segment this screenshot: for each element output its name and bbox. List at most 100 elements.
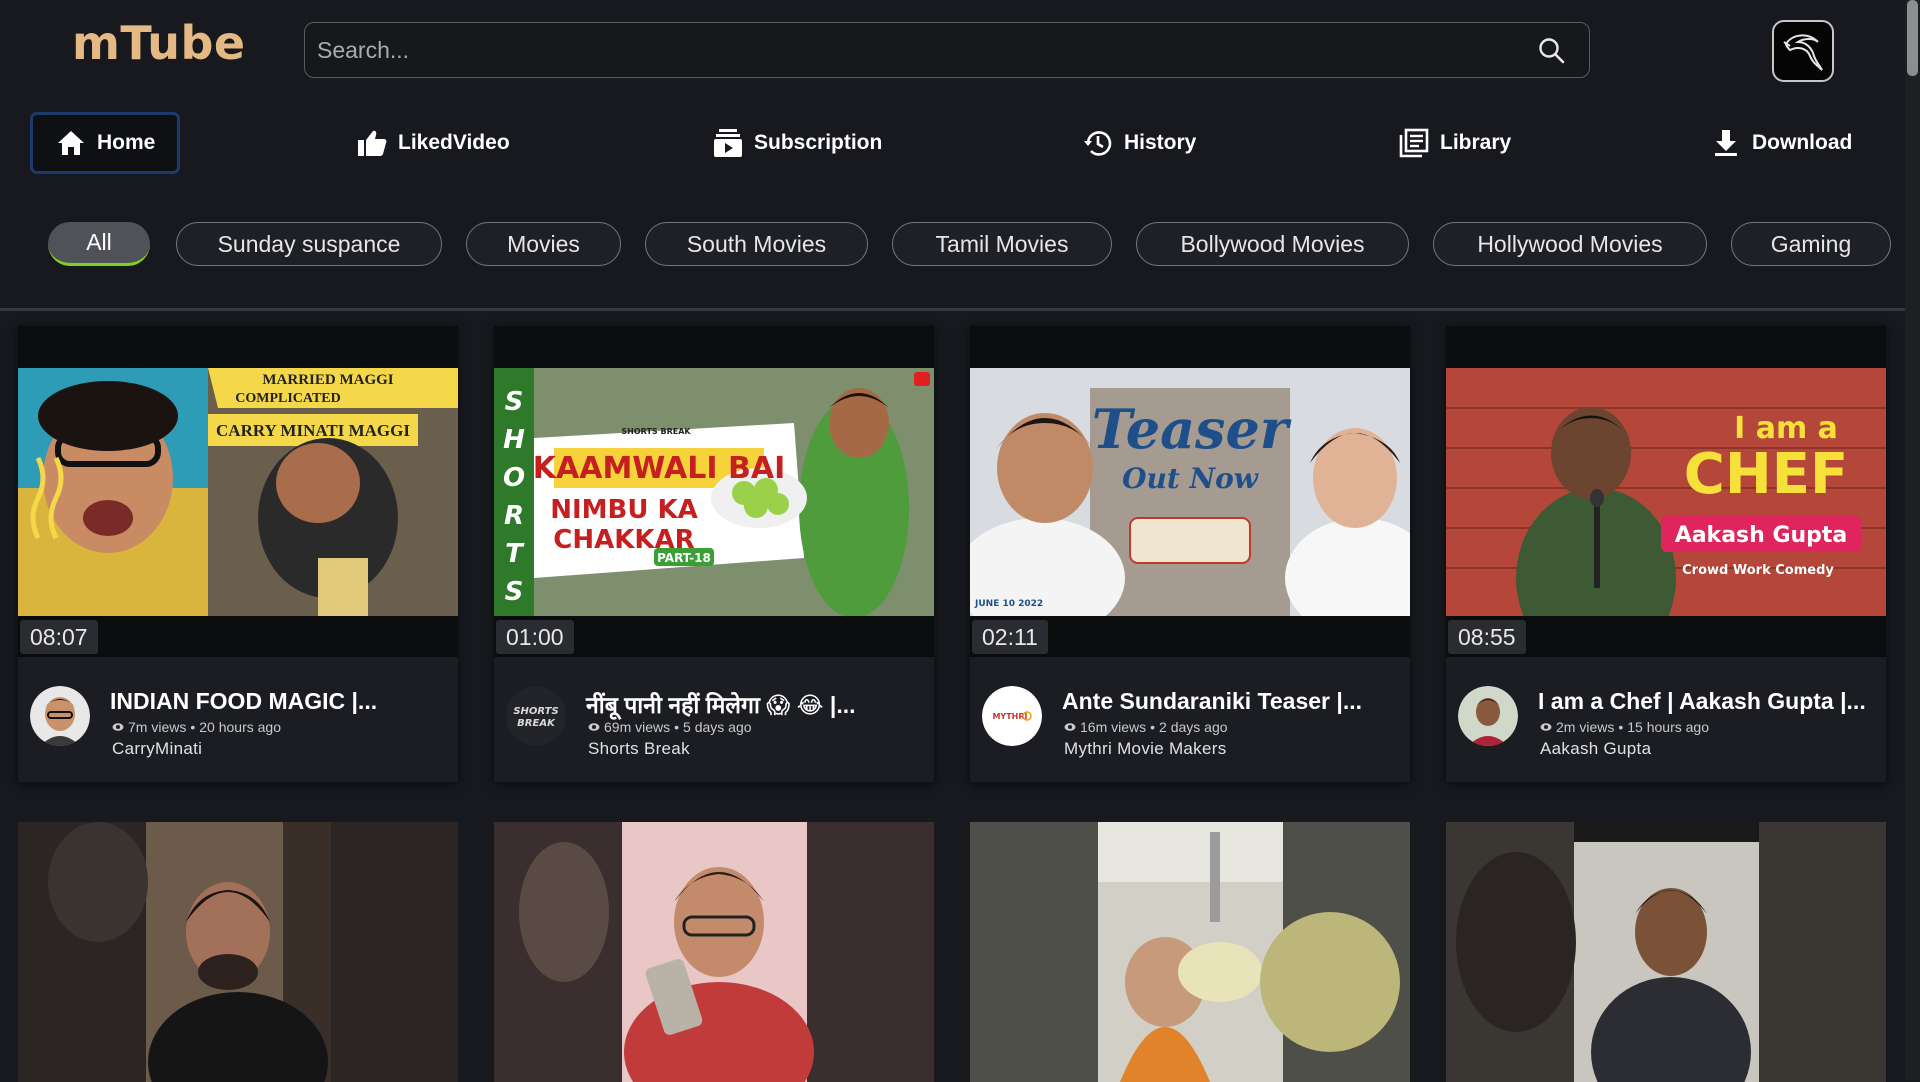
chip-tamil-movies[interactable]: Tamil Movies — [892, 222, 1112, 266]
thumb-text: Out Now — [1122, 462, 1259, 495]
user-avatar-button[interactable] — [1772, 20, 1834, 82]
video-thumbnail[interactable] — [970, 822, 1410, 1082]
svg-text:H: H — [503, 425, 525, 455]
header: mTube — [0, 0, 1905, 100]
view-count: 2m views — [1556, 719, 1615, 735]
svg-text:O: O — [503, 463, 525, 493]
thumb-text: SHORTS BREAK — [621, 427, 691, 436]
thumbnail-frame: Teaser Out Now JUNE 10 2022 02:11 — [970, 326, 1410, 657]
video-meta: 16m views • 2 days ago — [1064, 719, 1228, 735]
eye-icon — [588, 723, 600, 731]
thumb-text: Crowd Work Comedy — [1682, 563, 1834, 578]
search-bar[interactable] — [304, 22, 1590, 78]
video-duration: 01:00 — [496, 620, 574, 654]
chip-hollywood-movies[interactable]: Hollywood Movies — [1433, 222, 1707, 266]
app-logo[interactable]: mTube — [72, 16, 246, 70]
thumb-text: Aakash Gupta — [1675, 523, 1848, 548]
video-meta: 69m views • 5 days ago — [588, 719, 752, 735]
channel-avatar[interactable]: SHORTS BREAK — [506, 686, 566, 746]
divider — [0, 308, 1905, 311]
kali-dragon-icon — [1783, 34, 1823, 71]
video-grid: MARRIED MAGGI COMPLICATED CARRY MINATI M… — [0, 326, 1905, 1082]
nav-history[interactable]: History — [1082, 112, 1196, 174]
thumb-text: S — [505, 387, 524, 417]
nav-library[interactable]: Library — [1398, 112, 1511, 174]
video-title[interactable]: नींबू पानी नहीं मिलेगा 😱 😂 |... — [586, 688, 926, 720]
channel-name[interactable]: Shorts Break — [588, 739, 690, 759]
nav-liked-video[interactable]: LikedVideo — [356, 112, 510, 174]
channel-avatar[interactable] — [1458, 686, 1518, 746]
channel-name[interactable]: Mythri Movie Makers — [1064, 739, 1227, 759]
nav-subscription-label: Subscription — [754, 131, 883, 154]
channel-name[interactable]: CarryMinati — [112, 739, 202, 759]
thumb-text: MARRIED MAGGI — [262, 372, 393, 388]
eye-icon — [1540, 723, 1552, 731]
subscription-icon — [714, 129, 742, 157]
thumb-text: CHEF — [1684, 442, 1848, 507]
meta-separator: • — [674, 719, 680, 735]
nav-home[interactable]: Home — [30, 112, 181, 174]
meta-separator: • — [1618, 719, 1624, 735]
chip-gaming[interactable]: Gaming — [1731, 222, 1891, 266]
video-card[interactable]: I am a CHEF Aakash Gupta Crowd Work Come… — [1446, 326, 1886, 782]
upload-age: 5 days ago — [683, 719, 752, 735]
scrollbar-thumb[interactable] — [1907, 0, 1918, 76]
thumbnail-frame: I am a CHEF Aakash Gupta Crowd Work Come… — [1446, 326, 1886, 657]
video-card[interactable]: S H O R T S SHORTS BREAK KAAMWALI BAI NI… — [494, 326, 934, 782]
video-thumbnail[interactable] — [1446, 822, 1886, 1082]
video-meta: 2m views • 15 hours ago — [1540, 719, 1709, 735]
category-chips: All Sunday suspance Movies South Movies … — [0, 222, 1905, 270]
video-title[interactable]: Ante Sundaraniki Teaser |... — [1062, 688, 1402, 715]
eye-icon — [1064, 723, 1076, 731]
view-count: 16m views — [1080, 719, 1147, 735]
channel-avatar[interactable] — [30, 686, 90, 746]
video-title[interactable]: INDIAN FOOD MAGIC |... — [110, 688, 450, 715]
video-thumbnail[interactable] — [18, 822, 458, 1082]
video-title[interactable]: I am a Chef | Aakash Gupta |... — [1538, 688, 1878, 715]
thumbnail-frame: S H O R T S SHORTS BREAK KAAMWALI BAI NI… — [494, 326, 934, 657]
video-thumbnail[interactable] — [494, 822, 934, 1082]
video-thumbnail[interactable]: Teaser Out Now JUNE 10 2022 — [970, 368, 1410, 616]
view-count: 69m views — [604, 719, 671, 735]
video-meta: 7m views • 20 hours ago — [112, 719, 281, 735]
video-duration: 08:07 — [20, 620, 98, 654]
upload-age: 20 hours ago — [199, 719, 281, 735]
view-count: 7m views — [128, 719, 187, 735]
eye-icon — [112, 723, 124, 731]
upload-age: 15 hours ago — [1627, 719, 1709, 735]
chip-all[interactable]: All — [48, 222, 150, 266]
chip-bollywood-movies[interactable]: Bollywood Movies — [1136, 222, 1409, 266]
search-icon[interactable] — [1537, 36, 1567, 66]
thumbs-up-icon — [358, 130, 387, 156]
chip-south-movies[interactable]: South Movies — [645, 222, 868, 266]
video-thumbnail[interactable]: MARRIED MAGGI COMPLICATED CARRY MINATI M… — [18, 368, 458, 616]
download-icon — [1715, 130, 1737, 156]
video-thumbnail[interactable]: S H O R T S SHORTS BREAK KAAMWALI BAI NI… — [494, 368, 934, 616]
main-nav: Home LikedVideo Subscription History Lib… — [0, 108, 1905, 178]
avatar-text: SHORTS — [513, 706, 558, 717]
thumb-text: PART-18 — [657, 551, 711, 565]
thumb-text: NIMBU KA — [550, 495, 698, 525]
thumb-text: I am a — [1734, 411, 1838, 446]
nav-library-label: Library — [1440, 131, 1512, 154]
chip-movies[interactable]: Movies — [466, 222, 621, 266]
thumb-text: CARRY MINATI MAGGI — [216, 421, 410, 440]
nav-download[interactable]: Download — [1710, 112, 1852, 174]
thumb-text: JUNE 10 2022 — [974, 599, 1043, 609]
channel-name[interactable]: Aakash Gupta — [1540, 739, 1651, 759]
nav-download-label: Download — [1752, 131, 1853, 154]
search-input[interactable] — [315, 23, 1519, 77]
meta-separator: • — [1150, 719, 1156, 735]
nav-subscription[interactable]: Subscription — [712, 112, 882, 174]
video-card[interactable]: MARRIED MAGGI COMPLICATED CARRY MINATI M… — [18, 326, 458, 782]
scrollbar-track[interactable] — [1905, 0, 1920, 1080]
video-duration: 02:11 — [972, 620, 1048, 654]
thumb-text: COMPLICATED — [235, 391, 341, 406]
video-card[interactable]: Teaser Out Now JUNE 10 2022 02:11 MYTHRI… — [970, 326, 1410, 782]
svg-text:BREAK: BREAK — [517, 718, 556, 729]
nav-home-label: Home — [97, 131, 156, 154]
chip-sunday-suspance[interactable]: Sunday suspance — [176, 222, 442, 266]
video-thumbnail[interactable]: I am a CHEF Aakash Gupta Crowd Work Come… — [1446, 368, 1886, 616]
meta-separator: • — [190, 719, 196, 735]
channel-avatar[interactable]: MYTHRI — [982, 686, 1042, 746]
